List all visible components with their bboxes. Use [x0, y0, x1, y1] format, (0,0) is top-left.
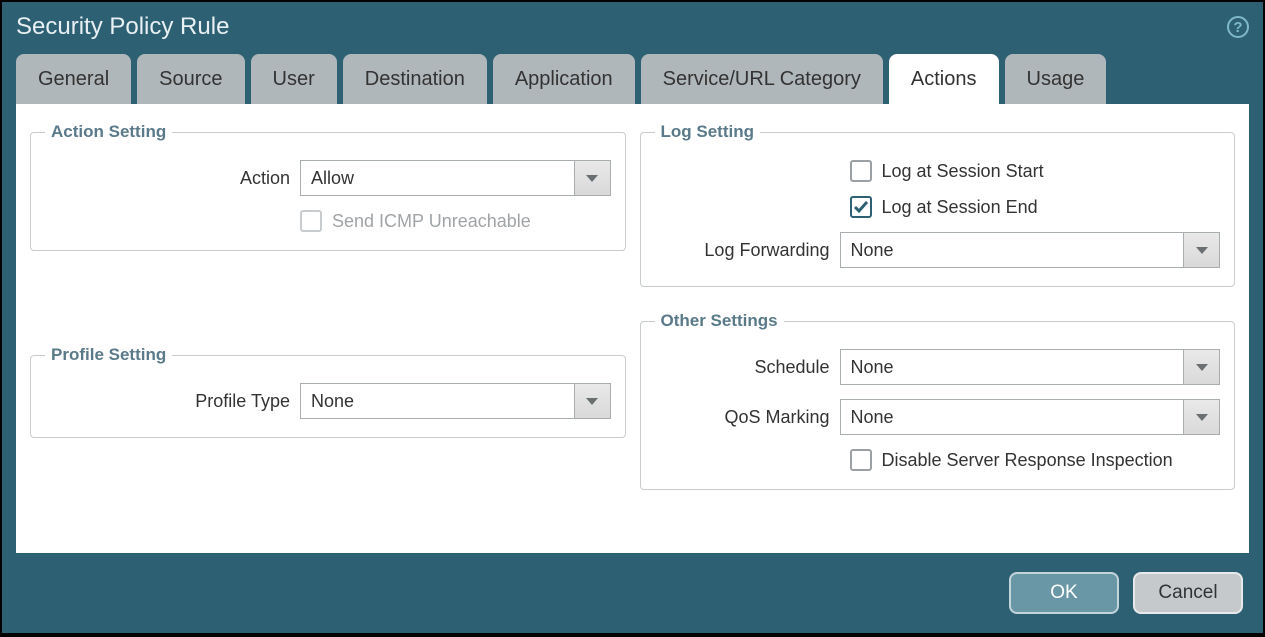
dialog-footer: OK Cancel	[2, 553, 1263, 633]
row-action: Action Allow	[45, 160, 611, 196]
titlebar: Security Policy Rule ?	[2, 2, 1263, 54]
label-log-forwarding: Log Forwarding	[655, 240, 840, 261]
tab-general[interactable]: General	[16, 54, 131, 104]
label-qos: QoS Marking	[655, 407, 840, 428]
legend-action-setting: Action Setting	[45, 122, 172, 142]
checkbox-log-session-start[interactable]	[850, 160, 872, 182]
checkbox-row-disable-inspection: Disable Server Response Inspection	[850, 449, 1173, 471]
select-log-forwarding[interactable]: None	[840, 232, 1221, 268]
row-profile-type: Profile Type None	[45, 383, 611, 419]
fieldset-profile-setting: Profile Setting Profile Type None	[30, 345, 626, 438]
tab-application[interactable]: Application	[493, 54, 635, 104]
ok-button[interactable]: OK	[1009, 572, 1119, 614]
row-disable-inspection: Disable Server Response Inspection	[655, 449, 1221, 471]
right-column: Log Setting Log at Session Start	[640, 122, 1236, 539]
tab-actions[interactable]: Actions	[889, 54, 999, 104]
help-icon[interactable]: ?	[1227, 16, 1249, 38]
row-icmp: Send ICMP Unreachable	[45, 210, 611, 232]
cancel-button-label: Cancel	[1158, 582, 1217, 604]
label-action: Action	[45, 168, 300, 189]
label-disable-inspection: Disable Server Response Inspection	[882, 450, 1173, 471]
tab-service-url-category[interactable]: Service/URL Category	[641, 54, 883, 104]
select-profile-type[interactable]: None	[300, 383, 611, 419]
label-profile-type: Profile Type	[45, 391, 300, 412]
checkbox-disable-server-response-inspection[interactable]	[850, 449, 872, 471]
chevron-down-icon	[574, 384, 610, 418]
select-log-forwarding-value: None	[851, 240, 894, 261]
tab-user[interactable]: User	[251, 54, 337, 104]
label-schedule: Schedule	[655, 357, 840, 378]
tab-label: User	[273, 68, 315, 91]
chevron-down-icon	[1183, 233, 1219, 267]
fieldset-action-setting: Action Setting Action Allow Send ICMP Un…	[30, 122, 626, 251]
tab-destination[interactable]: Destination	[343, 54, 487, 104]
chevron-down-icon	[1183, 400, 1219, 434]
tab-label: Destination	[365, 68, 465, 91]
tab-label: General	[38, 68, 109, 91]
select-profile-type-value: None	[311, 391, 354, 412]
checkbox-row-icmp: Send ICMP Unreachable	[300, 210, 531, 232]
row-schedule: Schedule None	[655, 349, 1221, 385]
legend-profile-setting: Profile Setting	[45, 345, 172, 365]
tab-label: Application	[515, 68, 613, 91]
cancel-button[interactable]: Cancel	[1133, 572, 1243, 614]
left-column: Action Setting Action Allow Send ICMP Un…	[30, 122, 626, 539]
row-log-end: Log at Session End	[655, 196, 1221, 218]
tab-label: Source	[159, 68, 222, 91]
checkbox-log-session-end[interactable]	[850, 196, 872, 218]
row-qos: QoS Marking None	[655, 399, 1221, 435]
label-send-icmp-unreachable: Send ICMP Unreachable	[332, 211, 531, 232]
row-log-start: Log at Session Start	[655, 160, 1221, 182]
legend-log-setting: Log Setting	[655, 122, 760, 142]
legend-other-settings: Other Settings	[655, 311, 784, 331]
select-qos-value: None	[851, 407, 894, 428]
security-policy-rule-dialog: Security Policy Rule ? General Source Us…	[2, 2, 1263, 633]
select-action[interactable]: Allow	[300, 160, 611, 196]
tab-label: Usage	[1027, 68, 1085, 91]
select-qos-marking[interactable]: None	[840, 399, 1221, 435]
dialog-title: Security Policy Rule	[16, 13, 229, 41]
checkbox-row-log-end: Log at Session End	[850, 196, 1038, 218]
tab-usage[interactable]: Usage	[1005, 54, 1107, 104]
chevron-down-icon	[574, 161, 610, 195]
select-schedule-value: None	[851, 357, 894, 378]
label-log-session-start: Log at Session Start	[882, 161, 1044, 182]
select-action-value: Allow	[311, 168, 354, 189]
tab-label: Actions	[911, 68, 977, 91]
tab-content-actions: Action Setting Action Allow Send ICMP Un…	[16, 104, 1249, 553]
tab-bar: General Source User Destination Applicat…	[2, 54, 1263, 104]
select-schedule[interactable]: None	[840, 349, 1221, 385]
ok-button-label: OK	[1050, 582, 1077, 604]
checkbox-row-log-start: Log at Session Start	[850, 160, 1044, 182]
chevron-down-icon	[1183, 350, 1219, 384]
checkbox-send-icmp-unreachable	[300, 210, 322, 232]
tab-source[interactable]: Source	[137, 54, 244, 104]
fieldset-other-settings: Other Settings Schedule None QoS Marking…	[640, 311, 1236, 490]
tab-label: Service/URL Category	[663, 68, 861, 91]
fieldset-log-setting: Log Setting Log at Session Start	[640, 122, 1236, 287]
row-log-forwarding: Log Forwarding None	[655, 232, 1221, 268]
label-log-session-end: Log at Session End	[882, 197, 1038, 218]
